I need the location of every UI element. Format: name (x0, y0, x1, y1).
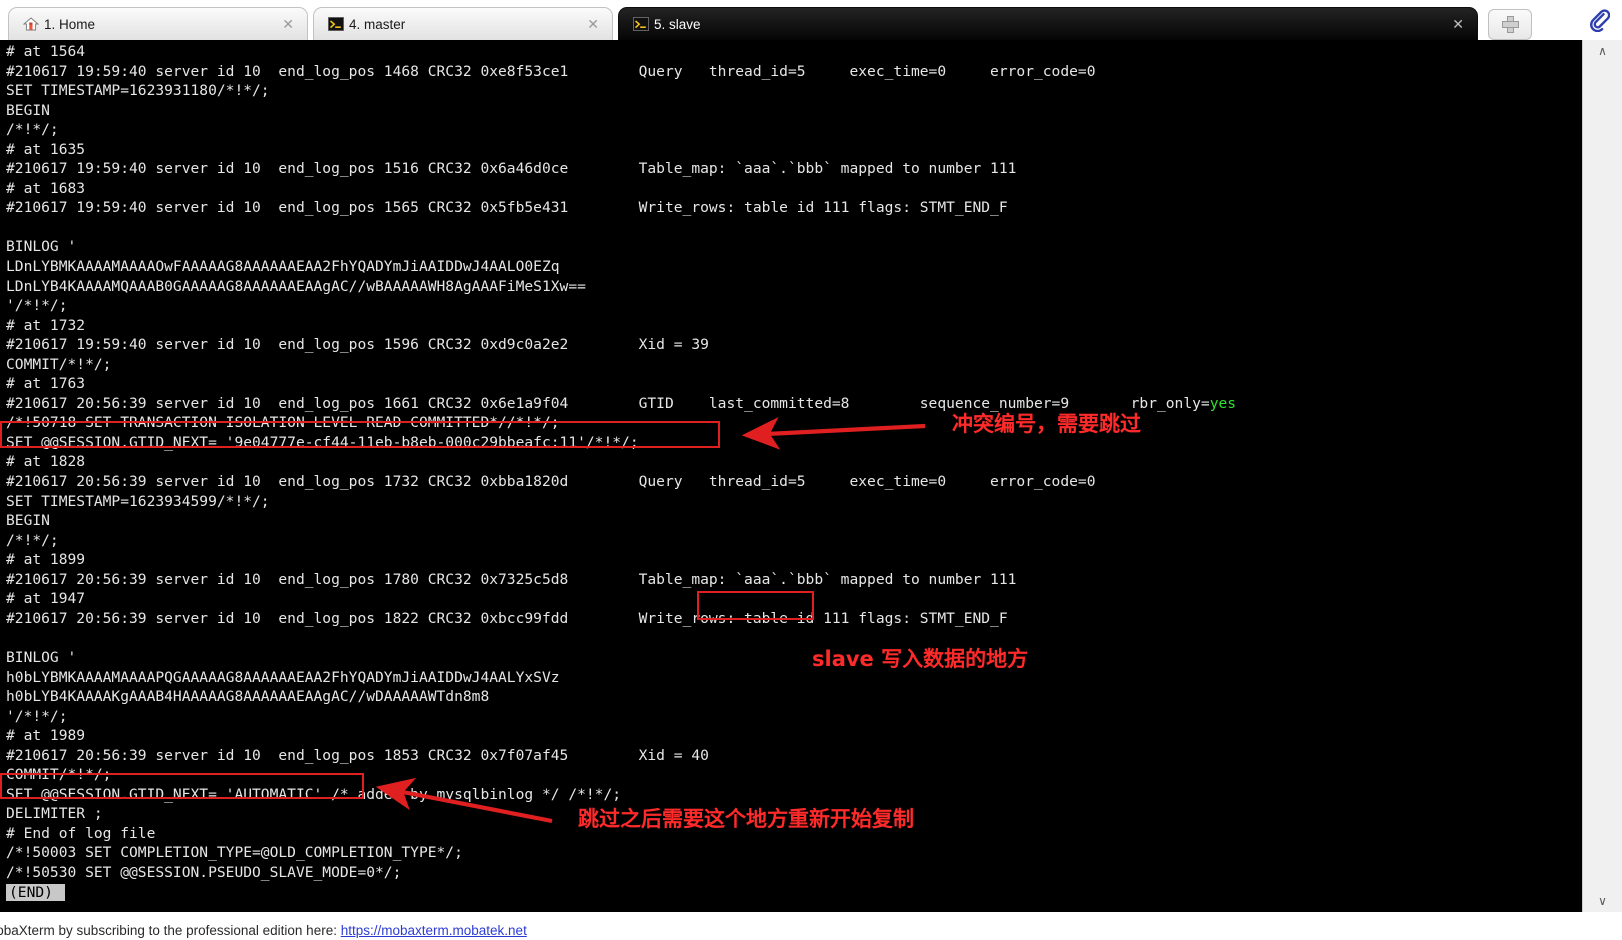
home-icon (22, 16, 40, 32)
tab-bar: 1. Home ✕ 4. master ✕ 5. slave ✕ (0, 0, 1622, 41)
tab-close-icon[interactable]: ✕ (587, 17, 599, 31)
plus-icon (1501, 16, 1519, 33)
tab-master[interactable]: 4. master ✕ (313, 7, 613, 40)
annotation-restart-replication: 跳过之后需要这个地方重新开始复制 (578, 807, 914, 831)
terminal-panel[interactable]: # at 1564 #210617 19:59:40 server id 10 e… (0, 40, 1582, 912)
mobaxterm-pro-link[interactable]: https://mobaxterm.mobatek.net (341, 923, 527, 938)
new-tab-button[interactable] (1488, 9, 1532, 40)
tab-label: 1. Home (44, 16, 96, 32)
scroll-down-arrow-icon[interactable]: ∨ (1583, 890, 1622, 912)
paperclip-icon[interactable] (1588, 8, 1611, 33)
tab-close-icon[interactable]: ✕ (1452, 17, 1464, 31)
status-bar-text: port MobaXterm by subscribing to the pro… (0, 923, 337, 938)
annotation-slave-write: slave 写入数据的地方 (812, 647, 1029, 671)
tab-close-icon[interactable]: ✕ (282, 17, 294, 31)
tab-slave[interactable]: 5. slave ✕ (618, 7, 1478, 40)
arrow-to-gtid-automatic (375, 777, 553, 824)
vertical-scrollbar[interactable]: ∧ ∨ (1582, 40, 1622, 940)
tab-label: 5. slave (654, 16, 701, 32)
mobaxterm-window: 1. Home ✕ 4. master ✕ 5. slave ✕ # at 15… (0, 0, 1622, 940)
annotation-conflict-gtid: 冲突编号，需要跳过 (952, 412, 1141, 436)
terminal-icon (633, 16, 649, 32)
tab-label: 4. master (349, 16, 406, 32)
tab-home[interactable]: 1. Home ✕ (8, 7, 308, 40)
status-bar: port MobaXterm by subscribing to the pro… (0, 912, 1622, 940)
terminal-icon (328, 16, 344, 32)
scroll-up-arrow-icon[interactable]: ∧ (1583, 40, 1622, 62)
